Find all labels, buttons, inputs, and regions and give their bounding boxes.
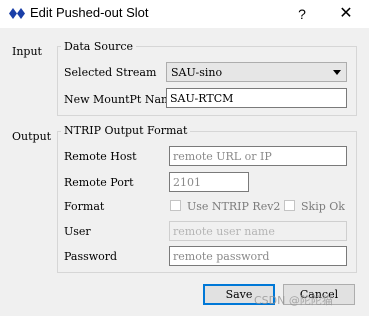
help-button[interactable]: ? (292, 4, 312, 24)
close-button[interactable]: ✕ (336, 4, 356, 24)
user-input[interactable]: remote user name (169, 221, 347, 241)
remote-host-input[interactable]: remote URL or IP (169, 146, 347, 166)
selected-stream-value: SAU-sino (171, 66, 223, 79)
ntrip-rev2-checkbox[interactable] (170, 200, 181, 211)
remote-host-label: Remote Host (64, 150, 137, 163)
chevron-down-icon (333, 70, 341, 75)
skip-ok-checkbox[interactable] (284, 200, 295, 211)
mountpt-label: New MountPt Name (64, 93, 178, 106)
window-title: Edit Pushed-out Slot (30, 5, 149, 20)
user-placeholder: remote user name (173, 225, 275, 238)
input-section-label: Input (12, 45, 42, 58)
ntrip-output-title: NTRIP Output Format (61, 124, 191, 137)
title-bar: Edit Pushed-out Slot ? ✕ (0, 0, 369, 28)
ntrip-rev2-label: Use NTRIP Rev2 (187, 200, 281, 213)
password-label: Password (64, 250, 118, 263)
watermark: CSDN @陀陀猫 (254, 294, 333, 307)
mountpt-value: SAU-RTCM (170, 92, 234, 105)
remote-port-input[interactable]: 2101 (169, 172, 249, 192)
password-input[interactable]: remote password (169, 246, 347, 266)
remote-host-placeholder: remote URL or IP (173, 150, 272, 163)
skip-ok-label: Skip Ok (301, 200, 345, 213)
output-section-label: Output (12, 130, 52, 143)
password-placeholder: remote password (173, 250, 270, 263)
selected-stream-label: Selected Stream (64, 66, 157, 79)
mountpt-input[interactable]: SAU-RTCM (166, 88, 347, 108)
remote-port-label: Remote Port (64, 176, 134, 189)
data-source-title: Data Source (61, 40, 137, 53)
format-label: Format (64, 200, 105, 213)
remote-port-value: 2101 (173, 176, 201, 189)
user-label: User (64, 225, 91, 238)
selected-stream-dropdown[interactable]: SAU-sino (166, 62, 347, 82)
double-diamond-icon (9, 8, 25, 19)
